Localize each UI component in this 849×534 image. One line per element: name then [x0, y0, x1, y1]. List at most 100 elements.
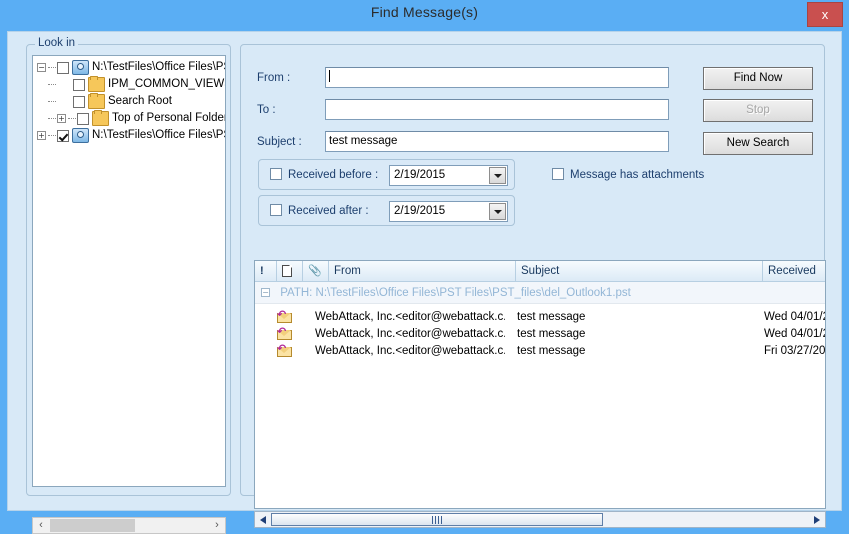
- pst-icon: [72, 60, 89, 75]
- attachments-label: Message has attachments: [570, 169, 705, 181]
- cell-received: Fri 03/27/200: [764, 345, 826, 357]
- replied-mail-icon: ↶: [277, 344, 292, 357]
- chevron-down-icon[interactable]: [489, 167, 506, 184]
- close-button[interactable]: x: [807, 2, 843, 27]
- results-column-header: ! 📎 From Subject Received: [255, 261, 825, 282]
- received-after-groupbox: Received after : 2/19/2015: [258, 195, 515, 226]
- tree-item-search-root[interactable]: Search Root: [33, 93, 225, 110]
- folder-icon: [88, 93, 105, 109]
- tree-connector: [48, 117, 56, 120]
- table-row[interactable]: ↶ WebAttack, Inc.<editor@webattack.c... …: [255, 326, 825, 343]
- cell-subject: test message: [517, 328, 586, 340]
- new-search-button[interactable]: New Search: [703, 132, 813, 155]
- received-before-value: 2/19/2015: [394, 169, 446, 181]
- received-after-checkbox-wrap[interactable]: Received after :: [270, 204, 369, 217]
- scrollbar-thumb[interactable]: [50, 519, 135, 532]
- attachments-checkbox[interactable]: [552, 168, 564, 180]
- scrollbar-thumb[interactable]: [271, 513, 603, 526]
- table-row[interactable]: ↶ WebAttack, Inc.<editor@webattack.c... …: [255, 343, 825, 360]
- pst-icon: [72, 128, 89, 143]
- tree-item-ipm-common-views[interactable]: IPM_COMMON_VIEWS: [33, 76, 225, 93]
- dialog-client-area: Look in − N:\TestFiles\Office Files\PST I…: [7, 31, 842, 534]
- received-before-datepicker[interactable]: 2/19/2015: [389, 165, 508, 186]
- tree-connector: [48, 134, 56, 137]
- cell-from: WebAttack, Inc.<editor@webattack.c...: [315, 311, 505, 323]
- tree-checkbox[interactable]: [77, 112, 89, 125]
- received-after-label: Received after :: [288, 205, 369, 217]
- column-priority[interactable]: !: [255, 261, 277, 281]
- expander-plus-icon[interactable]: +: [57, 114, 66, 123]
- tree-connector: [48, 66, 56, 69]
- tree-checkbox[interactable]: [57, 129, 69, 142]
- column-from[interactable]: From: [329, 261, 516, 281]
- results-group-path: PATH: N:\TestFiles\Office Files\PST File…: [280, 287, 631, 299]
- cell-subject: test message: [517, 311, 586, 323]
- replied-mail-icon: ↶: [277, 327, 292, 340]
- window-title: Find Message(s): [370, 4, 479, 20]
- find-now-button[interactable]: Find Now: [703, 67, 813, 90]
- text-caret: [329, 70, 330, 82]
- look-in-groupbox: Look in − N:\TestFiles\Office Files\PST I…: [26, 37, 231, 534]
- table-row[interactable]: ↶ WebAttack, Inc.<editor@webattack.c... …: [255, 309, 825, 326]
- tree-checkbox[interactable]: [73, 95, 85, 108]
- expander-minus-icon[interactable]: −: [261, 288, 270, 298]
- page-icon: [282, 264, 292, 277]
- cell-received: Wed 04/01/2: [764, 328, 826, 340]
- results-hscrollbar[interactable]: [254, 511, 826, 528]
- tree-item-top-of-personal-folders[interactable]: + Top of Personal Folders: [33, 110, 225, 127]
- tree-connector: [68, 117, 76, 120]
- tree-checkbox[interactable]: [73, 78, 85, 91]
- from-label: From :: [257, 72, 291, 84]
- tree-item-root-2[interactable]: + N:\TestFiles\Office Files\PST: [33, 127, 225, 144]
- from-input[interactable]: [325, 67, 669, 88]
- tree-item-label: Top of Personal Folders: [112, 112, 226, 124]
- folder-tree-hscrollbar[interactable]: ‹ ›: [32, 517, 226, 534]
- column-subject[interactable]: Subject: [516, 261, 763, 281]
- column-icon[interactable]: [277, 261, 303, 281]
- expander-placeholder: [37, 114, 46, 123]
- tree-item-label: N:\TestFiles\Office Files\PST: [92, 61, 226, 73]
- cell-subject: test message: [517, 345, 586, 357]
- cell-received: Wed 04/01/2: [764, 311, 826, 323]
- tree-item-label: Search Root: [108, 95, 172, 107]
- column-received[interactable]: Received: [763, 261, 825, 281]
- subject-input[interactable]: test message: [325, 131, 669, 152]
- expander-placeholder: [37, 97, 46, 106]
- tree-item-root-1[interactable]: − N:\TestFiles\Office Files\PST: [33, 59, 225, 76]
- stop-button[interactable]: Stop: [703, 99, 813, 122]
- tree-item-label: IPM_COMMON_VIEWS: [108, 78, 226, 90]
- chevron-down-icon[interactable]: [489, 203, 506, 220]
- column-attachment[interactable]: 📎: [303, 261, 329, 281]
- received-after-datepicker[interactable]: 2/19/2015: [389, 201, 508, 222]
- scroll-right-icon[interactable]: ›: [209, 518, 225, 533]
- subject-label: Subject :: [257, 136, 302, 148]
- to-input[interactable]: [325, 99, 669, 120]
- received-after-checkbox[interactable]: [270, 204, 282, 216]
- exclamation-icon: !: [260, 265, 264, 277]
- scrollbar-grip: [432, 516, 442, 524]
- tree-checkbox[interactable]: [57, 61, 69, 74]
- find-messages-dialog: Find Message(s) x Look in − N:\TestFiles\…: [0, 0, 849, 534]
- tree-item-label: N:\TestFiles\Office Files\PST: [92, 129, 226, 141]
- received-before-checkbox-wrap[interactable]: Received before :: [270, 168, 378, 181]
- expander-plus-icon[interactable]: +: [37, 131, 46, 140]
- results-listview[interactable]: ! 📎 From Subject Received − PATH: N:\Tes…: [254, 260, 826, 509]
- to-label: To :: [257, 104, 276, 116]
- look-in-caption: Look in: [35, 37, 79, 49]
- folder-icon: [92, 110, 109, 126]
- title-bar: Find Message(s) x: [0, 0, 849, 30]
- attachments-checkbox-wrap[interactable]: Message has attachments: [552, 168, 704, 181]
- received-before-checkbox[interactable]: [270, 168, 282, 180]
- cell-from: WebAttack, Inc.<editor@webattack.c...: [315, 345, 505, 357]
- scroll-left-icon[interactable]: [257, 512, 271, 527]
- cell-from: WebAttack, Inc.<editor@webattack.c...: [315, 328, 505, 340]
- folder-tree[interactable]: − N:\TestFiles\Office Files\PST IPM_COMMO…: [32, 55, 226, 487]
- expander-placeholder: [37, 80, 46, 89]
- tree-connector: [48, 100, 56, 103]
- scroll-left-icon[interactable]: ‹: [33, 518, 49, 533]
- tree-connector: [48, 83, 56, 86]
- results-group-header[interactable]: − PATH: N:\TestFiles\Office Files\PST Fi…: [255, 282, 825, 304]
- scroll-right-icon[interactable]: [809, 512, 823, 527]
- replied-mail-icon: ↶: [277, 310, 292, 323]
- expander-minus-icon[interactable]: −: [37, 63, 46, 72]
